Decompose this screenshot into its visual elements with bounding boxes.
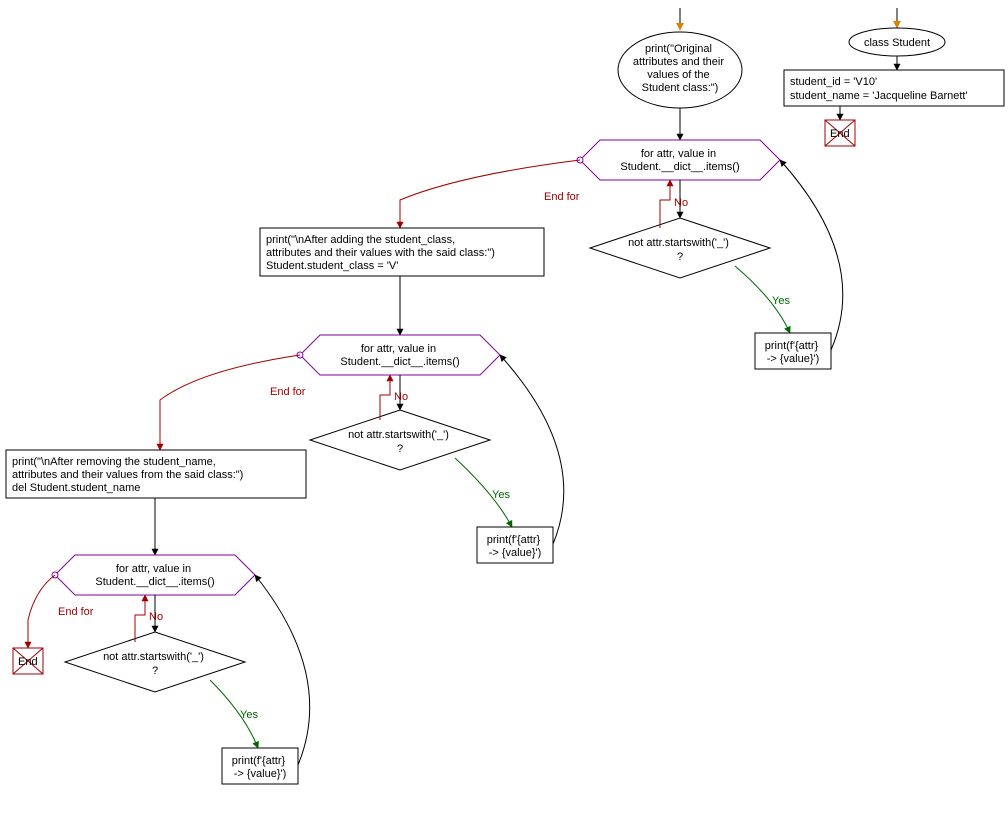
- edge-cond2-no: [380, 375, 390, 420]
- svg-text:End for: End for: [544, 191, 580, 203]
- svg-text:End for: End for: [58, 606, 94, 618]
- edge-print1-loopback: [780, 160, 843, 350]
- edge-loop2-endfor: [160, 355, 300, 450]
- loop1-hex: [580, 140, 780, 180]
- loop3-hex: [55, 555, 255, 595]
- edge-print3-loopback: [255, 575, 310, 765]
- svg-text:Yes: Yes: [772, 295, 790, 307]
- svg-text:End: End: [830, 128, 850, 140]
- edge-loop3-endfor: [28, 575, 55, 648]
- svg-text:class Student: class Student: [864, 37, 930, 49]
- svg-text:Yes: Yes: [240, 709, 258, 721]
- edge-print2-loopback: [500, 355, 564, 544]
- svg-text:End: End: [18, 656, 38, 668]
- end-node-side: End: [825, 120, 855, 146]
- svg-text:Yes: Yes: [492, 489, 510, 501]
- svg-text:End for: End for: [270, 386, 306, 398]
- edge-cond3-no: [135, 595, 145, 642]
- svg-text:No: No: [674, 197, 688, 209]
- edge-cond1-no: [660, 180, 670, 228]
- svg-text:No: No: [394, 391, 408, 403]
- loop2-hex: [300, 335, 500, 375]
- end-node-main: End: [13, 648, 43, 674]
- svg-text:print(f'{attr} -> {value}': print(f'{attr} -> {value}'): [232, 755, 289, 780]
- flowchart: print("Original attributes and their val…: [0, 0, 1008, 833]
- svg-text:print(f'{attr} -> {value}': print(f'{attr} -> {value}'): [487, 534, 544, 559]
- svg-text:print(f'{attr} -> {value}': print(f'{attr} -> {value}'): [765, 340, 822, 365]
- svg-text:No: No: [149, 611, 163, 623]
